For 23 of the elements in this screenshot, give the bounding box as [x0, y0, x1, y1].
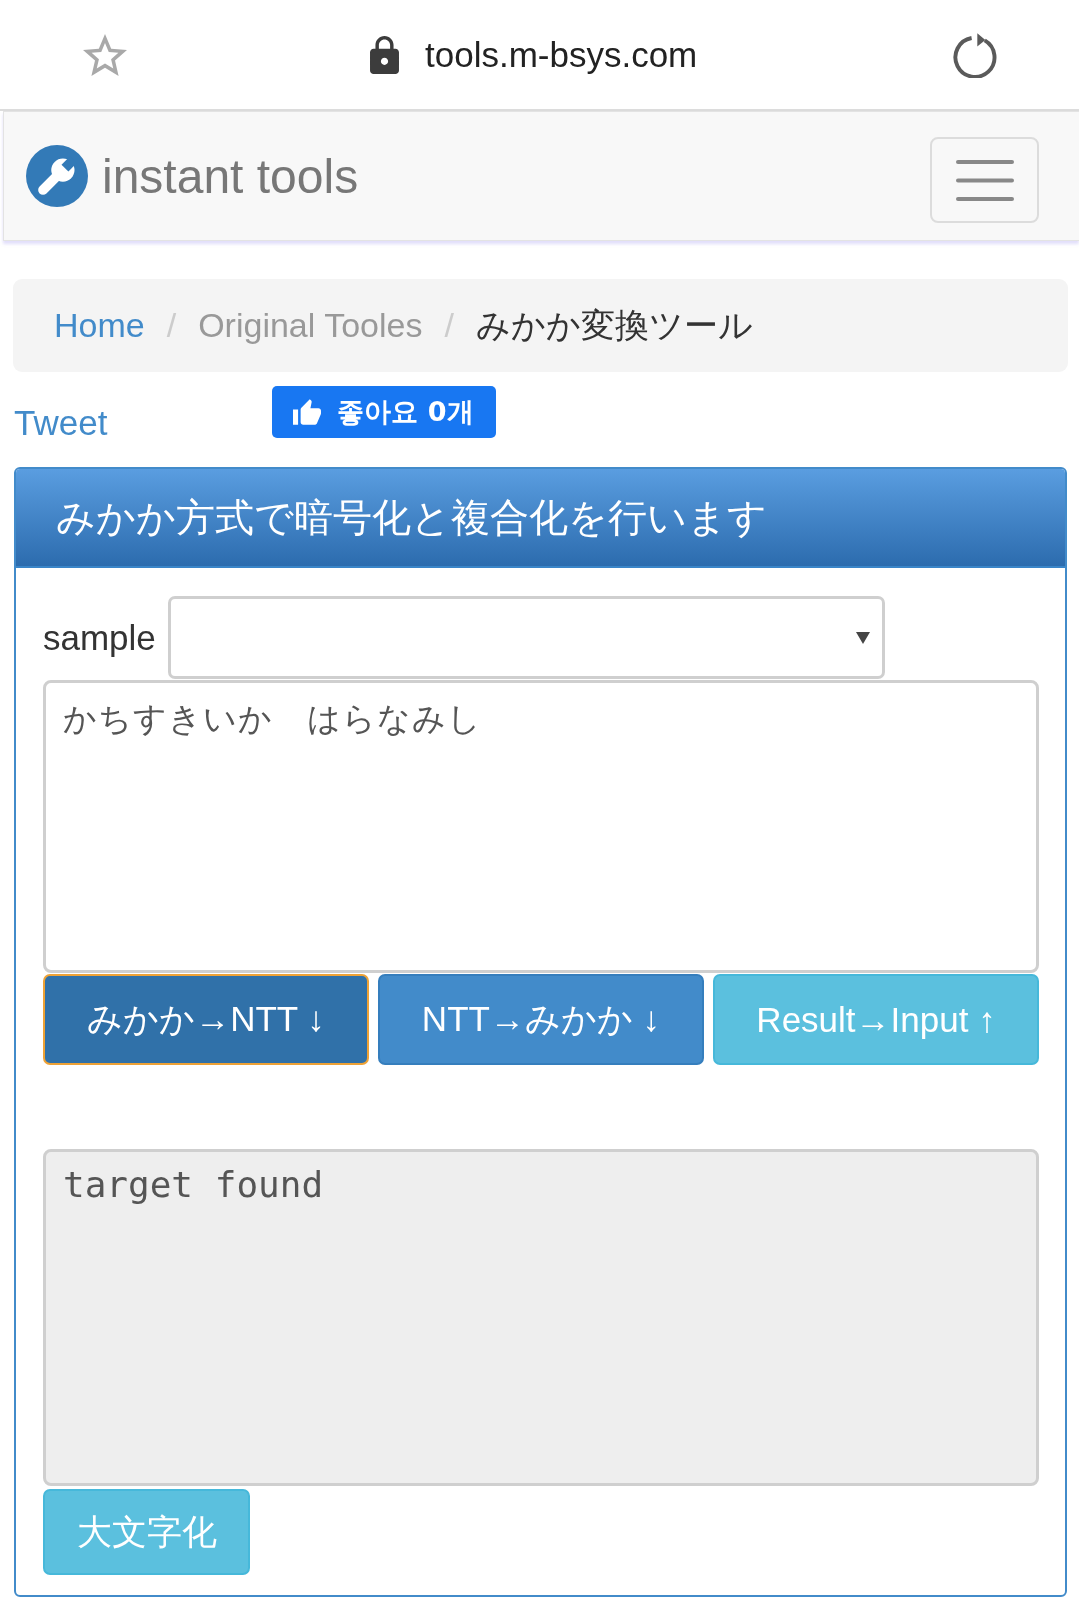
caret-icon: [855, 630, 870, 645]
menu-icon: [955, 159, 1014, 201]
output-textarea[interactable]: target found: [43, 1149, 1039, 1486]
reload-icon: [952, 31, 998, 78]
panel-title: みかか方式で暗号化と複合化を行います: [56, 494, 767, 541]
brand-name[interactable]: instant tools: [102, 148, 359, 204]
url-text[interactable]: tools.m-bsys.com: [425, 34, 698, 75]
action-button[interactable]: NTT→みかか ↓: [378, 974, 704, 1065]
action-button[interactable]: みかか→NTT ↓: [43, 974, 369, 1065]
breadcrumb-item[interactable]: Original Tooles: [198, 306, 423, 345]
input-textarea[interactable]: かちすきいか はらなみし: [43, 680, 1039, 973]
breadcrumb-current: みかか変換ツール: [475, 304, 753, 346]
breadcrumb-separator: /: [444, 306, 454, 345]
like-button[interactable]: 좋아요 0개: [272, 386, 497, 438]
star-icon: [83, 33, 127, 76]
breadcrumb-link[interactable]: Home: [54, 306, 145, 345]
sample-label: sample: [43, 617, 156, 658]
menu-button[interactable]: [930, 137, 1039, 223]
lock-icon: [370, 35, 399, 74]
tweet-link[interactable]: Tweet: [14, 403, 108, 443]
thumbs-up-icon: [293, 398, 322, 426]
wrench-logo-icon: [26, 145, 88, 207]
breadcrumb-separator: /: [166, 306, 177, 345]
